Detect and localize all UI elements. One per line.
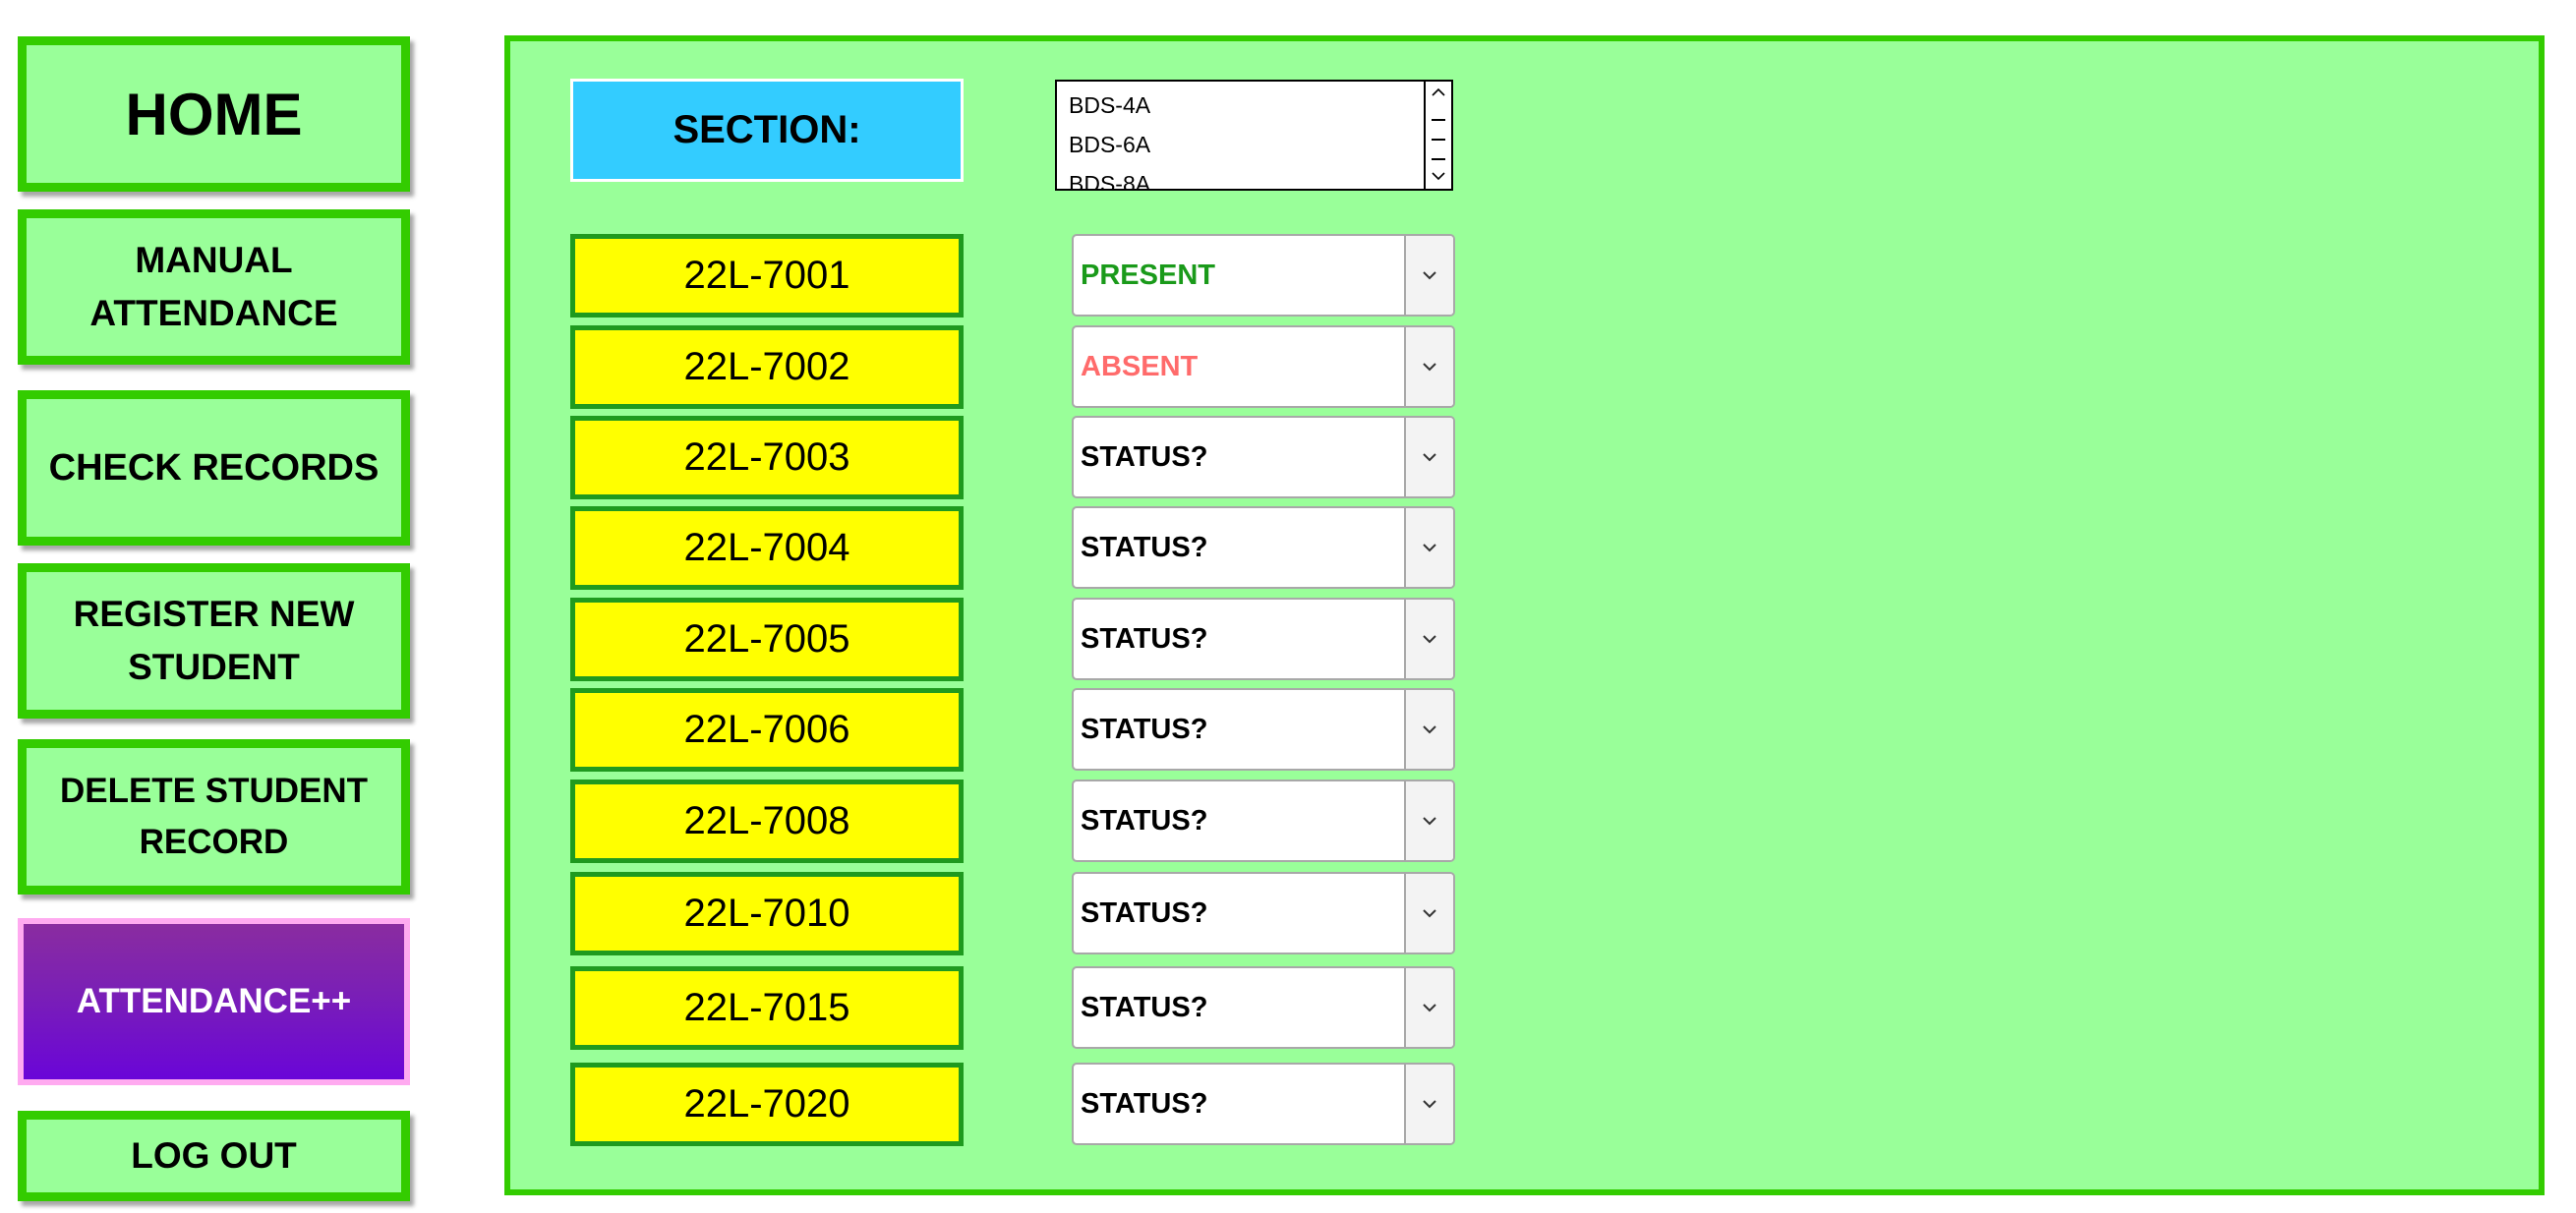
student-id-box: 22L-7001	[570, 234, 964, 318]
register-new-student-button[interactable]: REGISTER NEW STUDENT	[18, 563, 410, 719]
chevron-down-icon[interactable]	[1404, 968, 1453, 1047]
chevron-down-icon[interactable]	[1404, 236, 1453, 315]
status-value: STATUS?	[1081, 896, 1208, 929]
student-id-box: 22L-7004	[570, 506, 964, 590]
student-id-box: 22L-7015	[570, 966, 964, 1050]
home-button-label: HOME	[125, 81, 303, 147]
status-dropdown[interactable]: STATUS?	[1072, 872, 1455, 954]
scrollbar-grip-icon	[1432, 139, 1445, 141]
student-id-box: 22L-7002	[570, 325, 964, 409]
status-dropdown[interactable]: STATUS?	[1072, 416, 1455, 498]
status-value: STATUS?	[1081, 991, 1208, 1023]
status-dropdown[interactable]: STATUS?	[1072, 1063, 1455, 1145]
status-dropdown[interactable]: STATUS?	[1072, 780, 1455, 862]
scroll-up-arrow-icon[interactable]	[1426, 83, 1451, 104]
student-id-box: 22L-7010	[570, 872, 964, 955]
chevron-down-icon[interactable]	[1404, 1065, 1453, 1143]
status-dropdown[interactable]: STATUS?	[1072, 966, 1455, 1049]
section-label: SECTION:	[570, 79, 964, 182]
delete-student-record-button[interactable]: DELETE STUDENT RECORD	[18, 739, 410, 895]
attendance-plus-button[interactable]: ATTENDANCE++	[18, 918, 410, 1085]
chevron-down-icon[interactable]	[1404, 690, 1453, 769]
manual-attendance-button[interactable]: MANUAL ATTENDANCE	[18, 209, 410, 365]
chevron-down-icon[interactable]	[1404, 781, 1453, 860]
status-dropdown[interactable]: STATUS?	[1072, 688, 1455, 771]
chevron-down-icon[interactable]	[1404, 600, 1453, 678]
status-dropdown[interactable]: ABSENT	[1072, 325, 1455, 408]
register-new-student-label: REGISTER NEW STUDENT	[73, 594, 355, 687]
log-out-button[interactable]: LOG OUT	[18, 1111, 410, 1201]
section-option[interactable]: BDS-6A	[1057, 125, 1451, 164]
section-scrollbar[interactable]	[1424, 82, 1451, 189]
chevron-down-icon[interactable]	[1404, 508, 1453, 587]
status-dropdown[interactable]: PRESENT	[1072, 234, 1455, 317]
delete-student-record-label: DELETE STUDENT RECORD	[59, 772, 369, 861]
scrollbar-grip-icon	[1432, 158, 1445, 160]
home-button[interactable]: HOME	[18, 36, 410, 192]
status-value: ABSENT	[1081, 350, 1199, 382]
status-value: STATUS?	[1081, 1087, 1208, 1120]
status-value: STATUS?	[1081, 713, 1208, 745]
status-value: STATUS?	[1081, 531, 1208, 563]
chevron-down-icon[interactable]	[1404, 327, 1453, 406]
section-option[interactable]: BDS-8A	[1057, 164, 1451, 189]
status-dropdown[interactable]: STATUS?	[1072, 506, 1455, 589]
student-id-box: 22L-7006	[570, 688, 964, 772]
status-value: PRESENT	[1081, 259, 1215, 291]
student-id-box: 22L-7020	[570, 1063, 964, 1146]
chevron-down-icon[interactable]	[1404, 418, 1453, 496]
manual-attendance-label: MANUAL ATTENDANCE	[89, 240, 338, 333]
student-id-box: 22L-7008	[570, 780, 964, 863]
section-option[interactable]: BDS-4A	[1057, 86, 1451, 125]
chevron-down-icon[interactable]	[1404, 874, 1453, 953]
status-dropdown[interactable]: STATUS?	[1072, 598, 1455, 680]
log-out-label: LOG OUT	[131, 1135, 297, 1176]
status-value: STATUS?	[1081, 440, 1208, 473]
section-listbox[interactable]: BDS-4A BDS-6A BDS-8A	[1055, 80, 1453, 191]
attendance-plus-label: ATTENDANCE++	[76, 982, 352, 1020]
scrollbar-grip-icon	[1432, 119, 1445, 121]
status-value: STATUS?	[1081, 804, 1208, 837]
student-id-box: 22L-7005	[570, 598, 964, 681]
student-id-box: 22L-7003	[570, 416, 964, 499]
status-value: STATUS?	[1081, 622, 1208, 655]
check-records-label: CHECK RECORDS	[48, 446, 380, 489]
check-records-button[interactable]: CHECK RECORDS	[18, 390, 410, 546]
scroll-down-arrow-icon[interactable]	[1426, 166, 1451, 188]
